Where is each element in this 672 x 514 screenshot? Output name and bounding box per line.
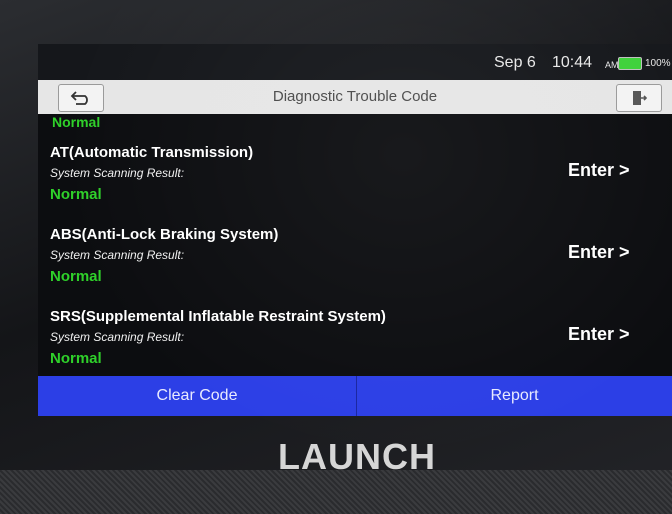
system-name: SRS(Supplemental Inflatable Restraint Sy… — [50, 308, 386, 325]
scan-result-label: System Scanning Result: — [50, 166, 185, 180]
back-arrow-icon — [70, 91, 88, 105]
title-bar: Diagnostic Trouble Code — [38, 80, 672, 114]
scan-result-label: System Scanning Result: — [50, 330, 185, 344]
status-bar: Sep 6 10:44 AM 100% — [38, 44, 672, 80]
device-screen: Sep 6 10:44 AM 100% Diagnostic Trouble C… — [38, 44, 672, 416]
enter-button-at[interactable]: Enter > — [568, 160, 630, 181]
exit-button[interactable] — [616, 84, 662, 112]
exit-door-icon — [633, 91, 648, 105]
clear-code-button[interactable]: Clear Code — [38, 376, 356, 416]
status-time: 10:44 — [552, 54, 593, 71]
battery-icon — [618, 57, 642, 70]
brand-logo: LAUNCH — [278, 436, 436, 477]
scan-result-status: Normal — [50, 268, 102, 285]
previous-system-status: Normal — [52, 114, 101, 130]
status-ampm: AM — [605, 60, 619, 70]
list-item-abs[interactable]: ABS(Anti-Lock Braking System) System Sca… — [38, 226, 672, 306]
system-list: Normal AT(Automatic Transmission) System… — [38, 114, 672, 376]
battery-percent: 100% — [645, 58, 671, 69]
list-item-at[interactable]: AT(Automatic Transmission) System Scanni… — [38, 144, 672, 224]
status-date: Sep 6 — [494, 54, 536, 71]
scan-result-status: Normal — [50, 350, 102, 367]
report-button[interactable]: Report — [357, 376, 672, 416]
enter-button-srs[interactable]: Enter > — [568, 324, 630, 345]
bottom-button-bar: Clear Code Report — [38, 376, 672, 416]
back-button[interactable] — [58, 84, 104, 112]
scan-result-status: Normal — [50, 186, 102, 203]
system-name: AT(Automatic Transmission) — [50, 144, 254, 161]
scan-result-label: System Scanning Result: — [50, 248, 185, 262]
system-name: ABS(Anti-Lock Braking System) — [50, 226, 279, 243]
page-title: Diagnostic Trouble Code — [272, 88, 438, 105]
enter-button-abs[interactable]: Enter > — [568, 242, 630, 263]
